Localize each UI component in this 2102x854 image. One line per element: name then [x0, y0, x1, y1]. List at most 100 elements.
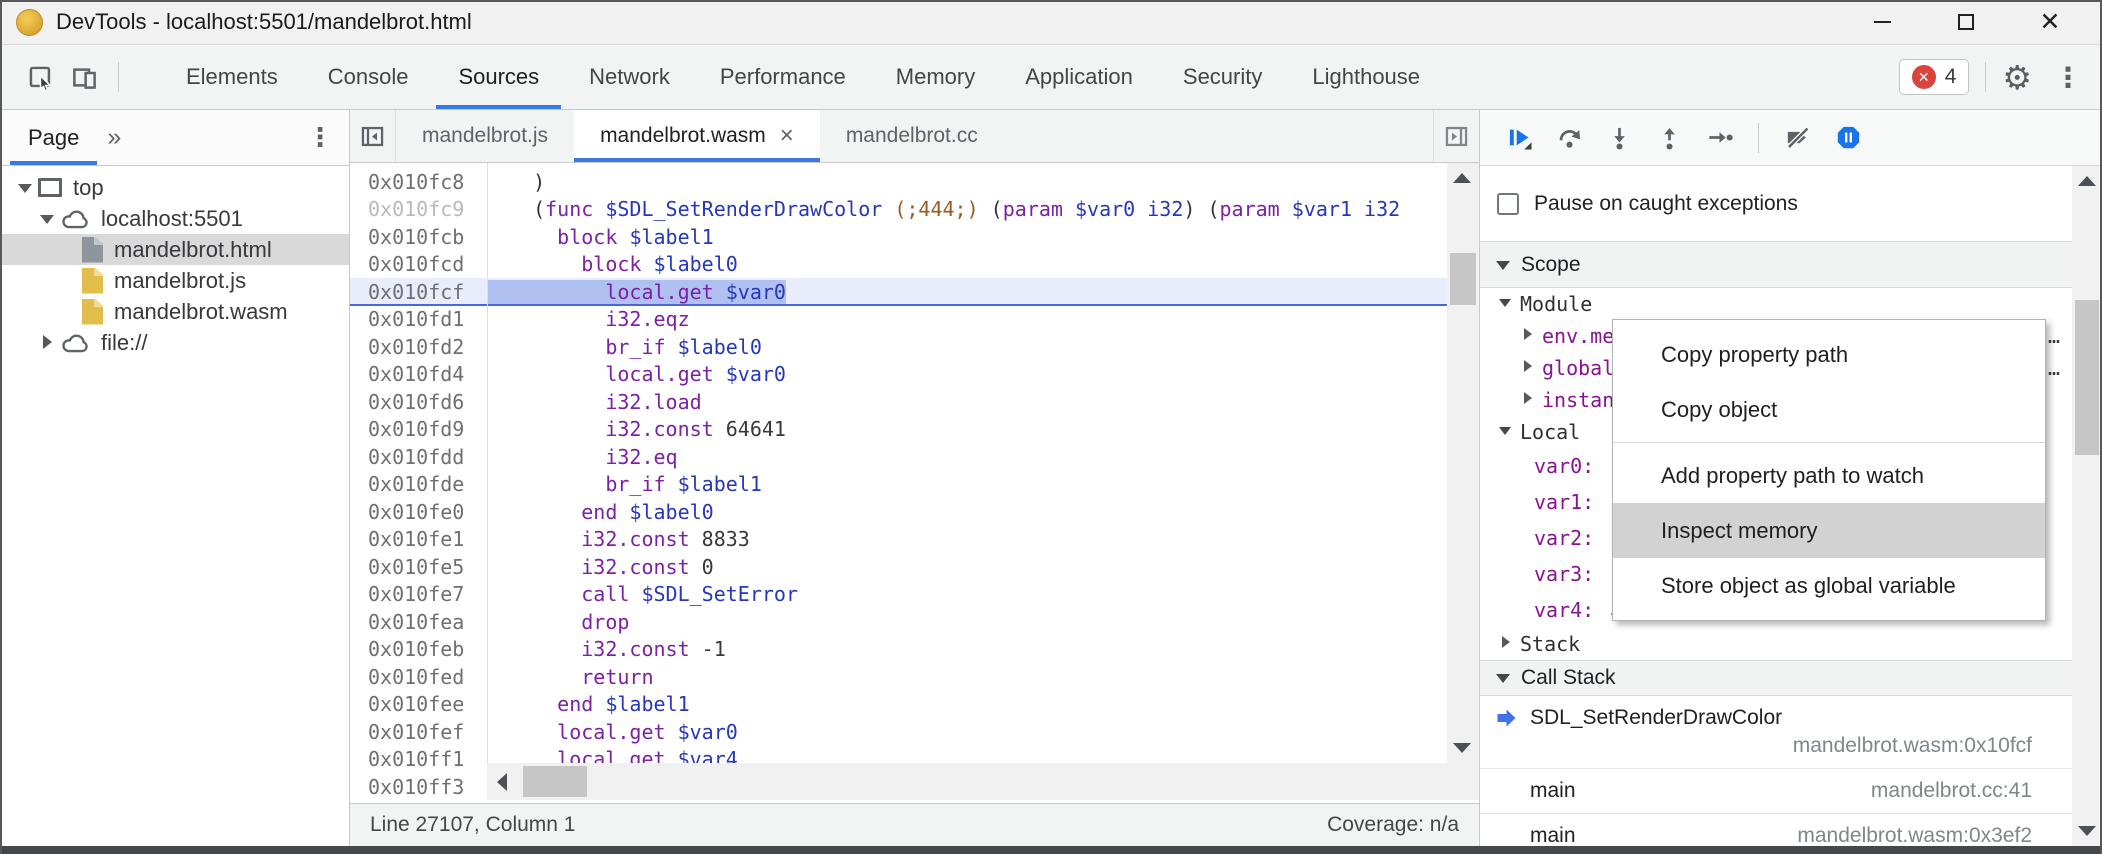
navigator-menu-icon[interactable]: ⋮ [307, 122, 333, 153]
code-line[interactable]: 0x010fc9 (func $SDL_SetRenderDrawColor (… [350, 196, 1479, 224]
call-stack-frame[interactable]: SDL_SetRenderDrawColor mandelbrot.wasm:0… [1480, 696, 2102, 769]
line-address[interactable]: 0x010fe7 [350, 582, 487, 606]
file-tree-row[interactable]: mandelbrot.html [0, 234, 349, 265]
panel-tab[interactable]: Memory [871, 45, 1000, 109]
code-line[interactable]: 0x010fe7 call $SDL_SetError [350, 581, 1479, 609]
sidebar-scrollbar[interactable] [2072, 166, 2102, 846]
line-address[interactable]: 0x010feb [350, 637, 487, 661]
panel-tab[interactable]: Performance [695, 45, 871, 109]
code-line[interactable]: 0x010feb i32.const -1 [350, 636, 1479, 664]
line-address[interactable]: 0x010fee [350, 692, 487, 716]
scroll-down-icon[interactable] [1447, 733, 1477, 763]
code-line[interactable]: 0x010fe5 i32.const 0 [350, 553, 1479, 581]
line-address[interactable]: 0x010fd1 [350, 307, 487, 331]
code-line[interactable]: 0x010fd2 br_if $label0 [350, 333, 1479, 361]
code-line[interactable]: 0x010fdd i32.eq [350, 443, 1479, 471]
call-stack-frame[interactable]: main mandelbrot.wasm:0x3ef2 [1480, 814, 2102, 846]
code-line[interactable]: 0x010fcd block $label0 [350, 251, 1479, 279]
step-out-button[interactable] [1648, 117, 1690, 159]
context-menu-item[interactable]: Add property path to watch [1613, 448, 2045, 503]
expand-arrow-icon[interactable] [58, 271, 82, 291]
step-into-button[interactable] [1598, 117, 1640, 159]
line-address[interactable]: 0x010fcd [350, 252, 487, 276]
more-options-icon[interactable]: ⋮ [2054, 61, 2082, 94]
scroll-up-icon[interactable] [1447, 163, 1477, 193]
line-address[interactable]: 0x010fde [350, 472, 487, 496]
expand-arrow-icon[interactable] [14, 178, 38, 198]
line-address[interactable]: 0x010fd6 [350, 390, 487, 414]
line-address[interactable]: 0x010fef [350, 720, 487, 744]
show-debugger-sidebar-button[interactable] [1433, 110, 1479, 162]
scroll-left-icon[interactable] [487, 767, 517, 797]
hide-navigator-button[interactable] [350, 110, 396, 162]
line-address[interactable]: 0x010ff1 [350, 747, 487, 771]
line-address[interactable]: 0x010fc9 [350, 197, 487, 221]
close-tab-icon[interactable]: × [780, 122, 794, 150]
code-line[interactable]: 0x010fe1 i32.const 8833 [350, 526, 1479, 554]
line-address[interactable]: 0x010ff3 [350, 775, 487, 799]
inspect-element-button[interactable] [20, 57, 60, 97]
code-line[interactable]: 0x010fde br_if $label1 [350, 471, 1479, 499]
file-tree-row[interactable]: file:// [0, 327, 349, 358]
line-address[interactable]: 0x010fcb [350, 225, 487, 249]
context-menu-item[interactable]: Inspect memory [1613, 503, 2045, 558]
code-line[interactable]: 0x010fee end $label1 [350, 691, 1479, 719]
more-tabs-icon[interactable]: » [107, 123, 121, 152]
code-line[interactable]: 0x010fc8 ) [350, 168, 1479, 196]
scope-row[interactable]: Stack [1480, 628, 2102, 660]
scope-row[interactable]: Module [1480, 288, 2102, 320]
step-over-button[interactable] [1548, 117, 1590, 159]
file-tree-row[interactable]: mandelbrot.js [0, 265, 349, 296]
frame-location[interactable]: mandelbrot.wasm:0x3ef2 [1797, 824, 2032, 846]
pause-on-caught-checkbox[interactable] [1497, 193, 1519, 215]
line-address[interactable]: 0x010fd4 [350, 362, 487, 386]
panel-tab[interactable]: Application [1000, 45, 1158, 109]
expand-arrow-icon[interactable] [58, 302, 82, 322]
error-badge[interactable]: ✕ 4 [1899, 59, 1970, 95]
line-address[interactable]: 0x010fd9 [350, 417, 487, 441]
close-button[interactable]: ✕ [2028, 5, 2072, 39]
line-address[interactable]: 0x010fc8 [350, 170, 487, 194]
code-line[interactable]: 0x010fd6 i32.load [350, 388, 1479, 416]
expand-arrow-icon[interactable] [1518, 326, 1542, 346]
minimize-button[interactable] [1860, 5, 1904, 39]
code-line[interactable]: 0x010fd4 local.get $var0 [350, 361, 1479, 389]
line-address[interactable]: 0x010fe5 [350, 555, 487, 579]
editor-tab[interactable]: mandelbrot.wasm × [574, 110, 820, 162]
editor-vertical-scrollbar[interactable] [1447, 163, 1479, 763]
scrollbar-thumb[interactable] [1450, 253, 1476, 305]
scope-section-header[interactable]: Scope [1480, 241, 2102, 288]
line-address[interactable]: 0x010fea [350, 610, 487, 634]
editor-tab[interactable]: mandelbrot.cc × [820, 110, 1004, 162]
pause-on-exceptions-button[interactable] [1827, 117, 1869, 159]
resume-button[interactable] [1498, 117, 1540, 159]
panel-tab[interactable]: Console [303, 45, 434, 109]
scrollbar-thumb[interactable] [523, 766, 587, 797]
editor-tab[interactable]: mandelbrot.js × [396, 110, 574, 162]
settings-gear-icon[interactable]: ⚙ [2002, 61, 2032, 94]
frame-location[interactable]: mandelbrot.wasm:0x10fcf [1494, 734, 2032, 758]
line-address[interactable]: 0x010fe0 [350, 500, 487, 524]
line-address[interactable]: 0x010fcf [350, 280, 487, 304]
step-button[interactable] [1698, 117, 1740, 159]
expand-arrow-icon[interactable] [58, 240, 82, 260]
line-address[interactable]: 0x010fe1 [350, 527, 487, 551]
scrollbar-thumb[interactable] [2075, 300, 2099, 455]
line-address[interactable]: 0x010fd2 [350, 335, 487, 359]
expand-arrow-icon[interactable] [1518, 358, 1542, 378]
panel-tab[interactable]: Network [564, 45, 695, 109]
expand-arrow-icon[interactable] [36, 333, 60, 353]
code-line[interactable]: 0x010fed return [350, 663, 1479, 691]
file-tree-row[interactable]: top [0, 172, 349, 203]
code-line[interactable]: 0x010fd9 i32.const 64641 [350, 416, 1479, 444]
call-stack-section-header[interactable]: Call Stack [1480, 660, 2102, 696]
code-line[interactable]: 0x010fcf local.get $var0 [350, 278, 1479, 306]
panel-tab[interactable]: Lighthouse [1287, 45, 1445, 109]
file-tree-row[interactable]: mandelbrot.wasm [0, 296, 349, 327]
expand-arrow-icon[interactable] [36, 209, 60, 229]
expand-arrow-icon[interactable] [1518, 390, 1542, 410]
file-tree-row[interactable]: localhost:5501 [0, 203, 349, 234]
scroll-down-icon[interactable] [2072, 816, 2102, 846]
code-line[interactable]: 0x010fd1 i32.eqz [350, 306, 1479, 334]
code-line[interactable]: 0x010fcb block $label1 [350, 223, 1479, 251]
